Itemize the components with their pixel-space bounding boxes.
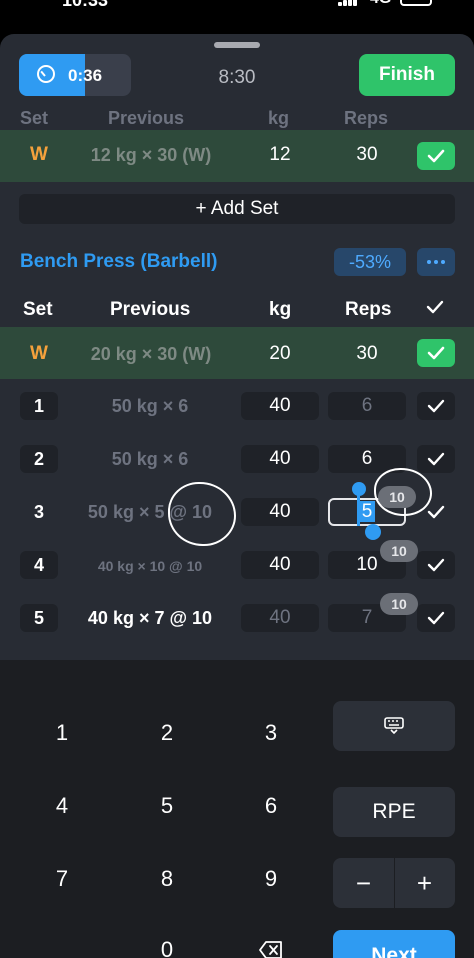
- drag-handle[interactable]: [214, 42, 260, 48]
- header-reps-ghost: Reps: [344, 108, 389, 128]
- header-previous: Previous: [110, 299, 191, 320]
- key-9[interactable]: 9: [231, 866, 311, 892]
- complete-checkbox[interactable]: [417, 339, 455, 367]
- timer-icon: [37, 65, 55, 83]
- previous-value[interactable]: 50 kg × 6: [70, 449, 230, 470]
- kg-value[interactable]: 12: [241, 144, 319, 166]
- set-number[interactable]: 4: [20, 551, 58, 579]
- header-set-ghost: Set: [20, 108, 49, 128]
- workout-duration: 8:30: [218, 67, 256, 88]
- cellular-signal-icon: [338, 0, 358, 6]
- previous-value[interactable]: 40 kg × 10 @ 10: [70, 558, 230, 574]
- dismiss-keyboard-button[interactable]: [333, 701, 455, 751]
- status-bar: 10:33 4G: [0, 0, 474, 34]
- header-kg: kg: [269, 299, 292, 320]
- set-number[interactable]: 1: [20, 392, 58, 420]
- rest-timer-value: 0:36: [68, 66, 103, 85]
- complete-checkbox[interactable]: [417, 142, 455, 170]
- set-number[interactable]: 3: [20, 498, 58, 526]
- checkmark-icon: [427, 558, 445, 572]
- exercise-name[interactable]: Bench Press (Barbell): [20, 251, 217, 273]
- complete-checkbox[interactable]: [417, 604, 455, 632]
- more-options-icon[interactable]: [417, 248, 455, 276]
- key-7[interactable]: 7: [22, 866, 102, 892]
- checkmark-icon: [427, 149, 445, 163]
- reps-input[interactable]: 6: [328, 392, 406, 420]
- hand-drawn-circle-annotation: [168, 482, 236, 546]
- key-1[interactable]: 1: [22, 720, 102, 746]
- add-set-button[interactable]: + Add Set: [19, 194, 455, 224]
- selected-text: 5: [358, 501, 376, 522]
- reps-value[interactable]: 30: [328, 343, 406, 365]
- key-2[interactable]: 2: [127, 720, 207, 746]
- battery-icon: [400, 0, 432, 6]
- checkmark-icon: [427, 346, 445, 360]
- backspace-icon[interactable]: [259, 941, 283, 958]
- kg-input[interactable]: 40: [241, 551, 319, 579]
- checkmark-icon: [427, 505, 445, 519]
- rpe-button[interactable]: RPE: [333, 787, 455, 837]
- key-5[interactable]: 5: [127, 793, 207, 819]
- rest-timer-button[interactable]: 0:36: [19, 54, 131, 96]
- set-type-label[interactable]: W: [20, 144, 58, 166]
- complete-checkbox[interactable]: [417, 445, 455, 473]
- checkmark-icon: [427, 452, 445, 466]
- set-number[interactable]: 5: [20, 604, 58, 632]
- set-type-label[interactable]: W: [20, 343, 58, 365]
- kg-input[interactable]: 40: [241, 498, 319, 526]
- key-6[interactable]: 6: [231, 793, 311, 819]
- previous-value[interactable]: 12 kg × 30 (W): [66, 145, 236, 166]
- checkmark-icon: [427, 611, 445, 625]
- header-check-icon: [426, 299, 444, 320]
- network-type: 4G: [370, 0, 391, 8]
- selection-handle-end[interactable]: [365, 524, 381, 540]
- finish-button[interactable]: Finish: [359, 54, 455, 96]
- header-set: Set: [23, 299, 53, 320]
- rpe-badge[interactable]: 10: [380, 593, 418, 615]
- header-previous-ghost: Previous: [108, 108, 185, 128]
- decrement-button[interactable]: −: [333, 858, 394, 908]
- key-8[interactable]: 8: [127, 866, 207, 892]
- complete-checkbox[interactable]: [417, 392, 455, 420]
- set-number[interactable]: 2: [20, 445, 58, 473]
- status-time: 10:33: [62, 0, 109, 10]
- header-reps: Reps: [345, 299, 392, 320]
- next-button[interactable]: Next: [333, 930, 455, 958]
- stepper-divider: [394, 858, 395, 908]
- rpe-badge[interactable]: 10: [380, 540, 418, 562]
- kg-value[interactable]: 20: [241, 343, 319, 365]
- kg-input[interactable]: 40: [241, 392, 319, 420]
- hand-drawn-circle-annotation: [374, 468, 432, 516]
- key-4[interactable]: 4: [22, 793, 102, 819]
- progress-percent-badge[interactable]: -53%: [334, 248, 406, 276]
- set-row-warmup-prev: W 12 kg × 30 (W) 12 30: [0, 130, 474, 182]
- workout-sheet: 0:36 8:30 Finish Set Previous kg Reps W …: [0, 34, 474, 958]
- set-row-warmup: W 20 kg × 30 (W) 20 30: [0, 327, 474, 379]
- numeric-keypad: 1 2 3 4 5 6 7 8 9 0 RPE − + Next: [0, 660, 474, 958]
- kg-input[interactable]: 40: [241, 604, 319, 632]
- previous-value[interactable]: 20 kg × 30 (W): [66, 344, 236, 365]
- previous-value[interactable]: 40 kg × 7 @ 10: [70, 608, 230, 629]
- keyboard-hide-icon: [384, 717, 404, 735]
- key-3[interactable]: 3: [231, 720, 311, 746]
- complete-checkbox[interactable]: [417, 551, 455, 579]
- header-kg-ghost: kg: [268, 108, 290, 128]
- key-0[interactable]: 0: [127, 937, 207, 958]
- increment-button[interactable]: +: [394, 858, 455, 908]
- previous-value[interactable]: 50 kg × 6: [70, 396, 230, 417]
- checkmark-icon: [427, 399, 445, 413]
- selection-caret: [357, 494, 360, 526]
- reps-value[interactable]: 30: [328, 144, 406, 166]
- kg-input[interactable]: 40: [241, 445, 319, 473]
